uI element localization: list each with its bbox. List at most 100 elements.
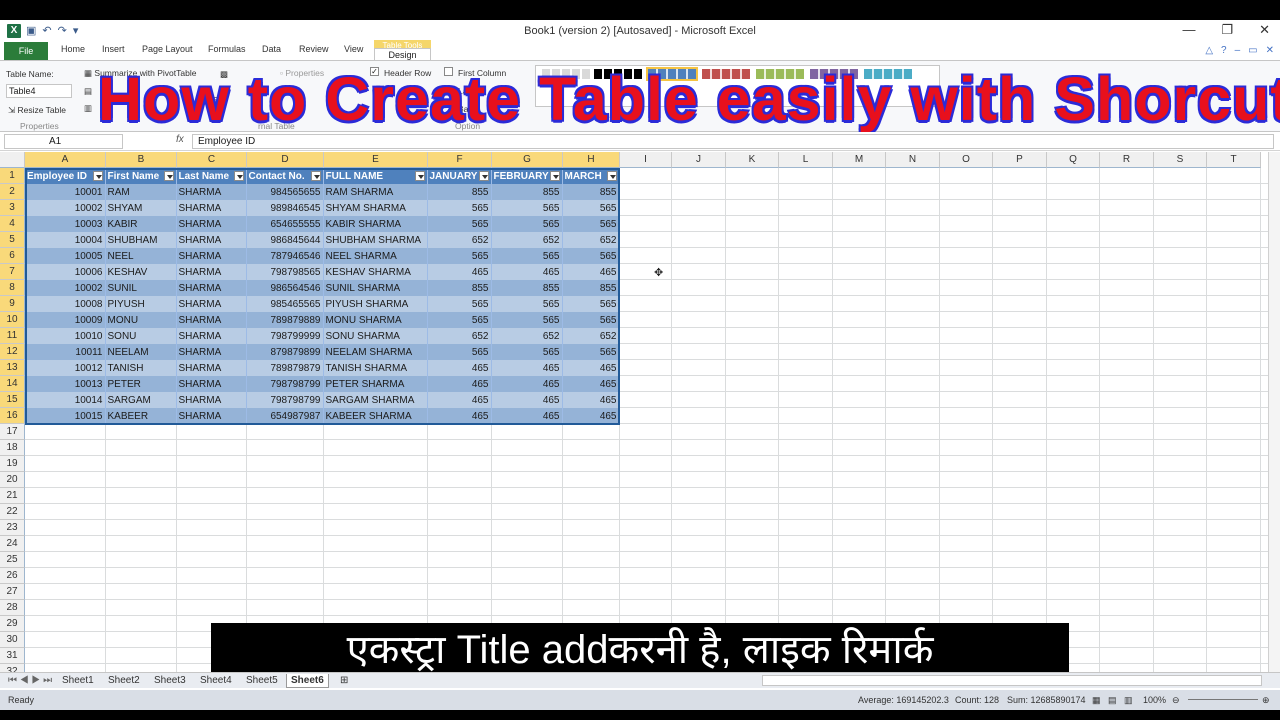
row-header[interactable]: 5 [0,232,25,248]
table-cell[interactable]: SONU SHARMA [323,328,428,344]
table-cell[interactable]: SHARMA [176,296,247,312]
column-header[interactable]: M [833,152,886,168]
table-cell[interactable]: 465 [562,360,620,376]
table-cell[interactable]: SHARMA [176,248,247,264]
table-cell[interactable]: SHARMA [176,216,247,232]
column-header[interactable]: R [1100,152,1154,168]
table-cell[interactable]: 789879889 [246,312,324,328]
table-cell[interactable]: TANISH SHARMA [323,360,428,376]
horizontal-scrollbar[interactable] [762,675,1262,686]
filter-dropdown-icon[interactable] [163,171,174,181]
table-cell[interactable]: 465 [491,392,563,408]
table-cell[interactable]: 465 [562,392,620,408]
column-header[interactable]: J [672,152,726,168]
table-cell[interactable]: PIYUSH SHARMA [323,296,428,312]
table-header-cell[interactable]: Last Name [176,168,247,184]
table-cell[interactable]: 565 [562,312,620,328]
sheet-tab[interactable]: Sheet6 [286,674,329,688]
zoom-slider[interactable] [1188,699,1258,700]
row-header[interactable]: 2 [0,184,25,200]
table-cell[interactable]: 465 [491,408,563,424]
table-cell[interactable]: SHARMA [176,360,247,376]
table-cell[interactable]: 855 [491,280,563,296]
select-all-corner[interactable] [0,152,25,168]
table-header-cell[interactable]: FEBRUARY [491,168,563,184]
table-cell[interactable]: SHARMA [176,376,247,392]
row-header[interactable]: 18 [0,440,25,456]
table-cell[interactable]: 855 [562,184,620,200]
table-cell[interactable]: 10014 [25,392,106,408]
tab-formulas[interactable]: Formulas [208,44,246,54]
table-cell[interactable]: SHYAM SHARMA [323,200,428,216]
row-header[interactable]: 6 [0,248,25,264]
table-cell[interactable]: SHARMA [176,200,247,216]
column-header[interactable]: K [726,152,779,168]
table-cell[interactable]: 565 [491,312,563,328]
table-cell[interactable]: 986564546 [246,280,324,296]
table-cell[interactable]: 565 [491,200,563,216]
worksheet-grid[interactable]: Employee ID First Name Last Name Contact No… [0,152,1268,672]
table-cell[interactable]: 855 [491,184,563,200]
row-header[interactable]: 9 [0,296,25,312]
table-cell[interactable]: 798798565 [246,264,324,280]
row-header[interactable]: 16 [0,408,25,424]
column-header[interactable]: E [324,152,428,168]
table-cell[interactable]: 855 [562,280,620,296]
sheet-tab[interactable]: Sheet2 [104,674,144,688]
table-cell[interactable]: SUNIL SHARMA [323,280,428,296]
table-cell[interactable]: 10002 [25,200,106,216]
table-cell[interactable]: 787946546 [246,248,324,264]
page-break-view-icon[interactable]: ▥ [1124,695,1133,706]
table-cell[interactable]: 565 [427,200,492,216]
table-cell[interactable]: 10015 [25,408,106,424]
table-cell[interactable]: 565 [427,296,492,312]
sheet-tab[interactable]: Sheet1 [58,674,98,688]
row-header[interactable]: 19 [0,456,25,472]
table-cell[interactable]: SHARMA [176,328,247,344]
table-cell[interactable]: 465 [562,408,620,424]
column-header[interactable]: G [492,152,563,168]
table-cell[interactable]: 10001 [25,184,106,200]
table-cell[interactable]: 855 [427,184,492,200]
table-cell[interactable]: 652 [427,328,492,344]
column-header[interactable]: C [177,152,247,168]
column-header[interactable]: D [247,152,324,168]
name-box[interactable]: A1 [4,134,123,149]
minimize-button[interactable]: — [1182,22,1195,38]
table-cell[interactable]: 465 [427,408,492,424]
table-cell[interactable]: 10008 [25,296,106,312]
row-header[interactable]: 29 [0,616,25,632]
table-cell[interactable]: SHUBHAM SHARMA [323,232,428,248]
table-cell[interactable]: 565 [427,344,492,360]
table-cell[interactable]: 465 [562,376,620,392]
table-cell[interactable]: SHARMA [176,184,247,200]
table-header-cell[interactable]: Contact No. [246,168,324,184]
table-cell[interactable]: 798798799 [246,392,324,408]
table-cell[interactable]: 10012 [25,360,106,376]
filter-dropdown-icon[interactable] [310,171,321,181]
table-header-cell[interactable]: MARCH [562,168,620,184]
table-cell[interactable]: KABEER SHARMA [323,408,428,424]
close-button[interactable]: ✕ [1259,22,1270,38]
table-cell[interactable]: TANISH [105,360,177,376]
table-cell[interactable]: 465 [427,360,492,376]
row-header[interactable]: 8 [0,280,25,296]
row-header[interactable]: 7 [0,264,25,280]
table-cell[interactable]: 652 [562,232,620,248]
remove-duplicates-icon[interactable]: ▤ [84,86,92,97]
row-header[interactable]: 22 [0,504,25,520]
vertical-scrollbar[interactable] [1268,152,1280,672]
table-cell[interactable]: 565 [491,248,563,264]
table-cell[interactable]: RAM [105,184,177,200]
table-cell[interactable]: SHUBHAM [105,232,177,248]
sheet-tab[interactable]: Sheet5 [242,674,282,688]
table-header-cell[interactable]: JANUARY [427,168,492,184]
row-header[interactable]: 1 [0,168,25,184]
tab-view[interactable]: View [344,44,363,54]
table-cell[interactable]: RAM SHARMA [323,184,428,200]
table-cell[interactable]: 565 [491,344,563,360]
table-cell[interactable]: NEELAM [105,344,177,360]
column-header[interactable]: F [428,152,492,168]
row-header[interactable]: 23 [0,520,25,536]
column-header[interactable]: O [940,152,993,168]
